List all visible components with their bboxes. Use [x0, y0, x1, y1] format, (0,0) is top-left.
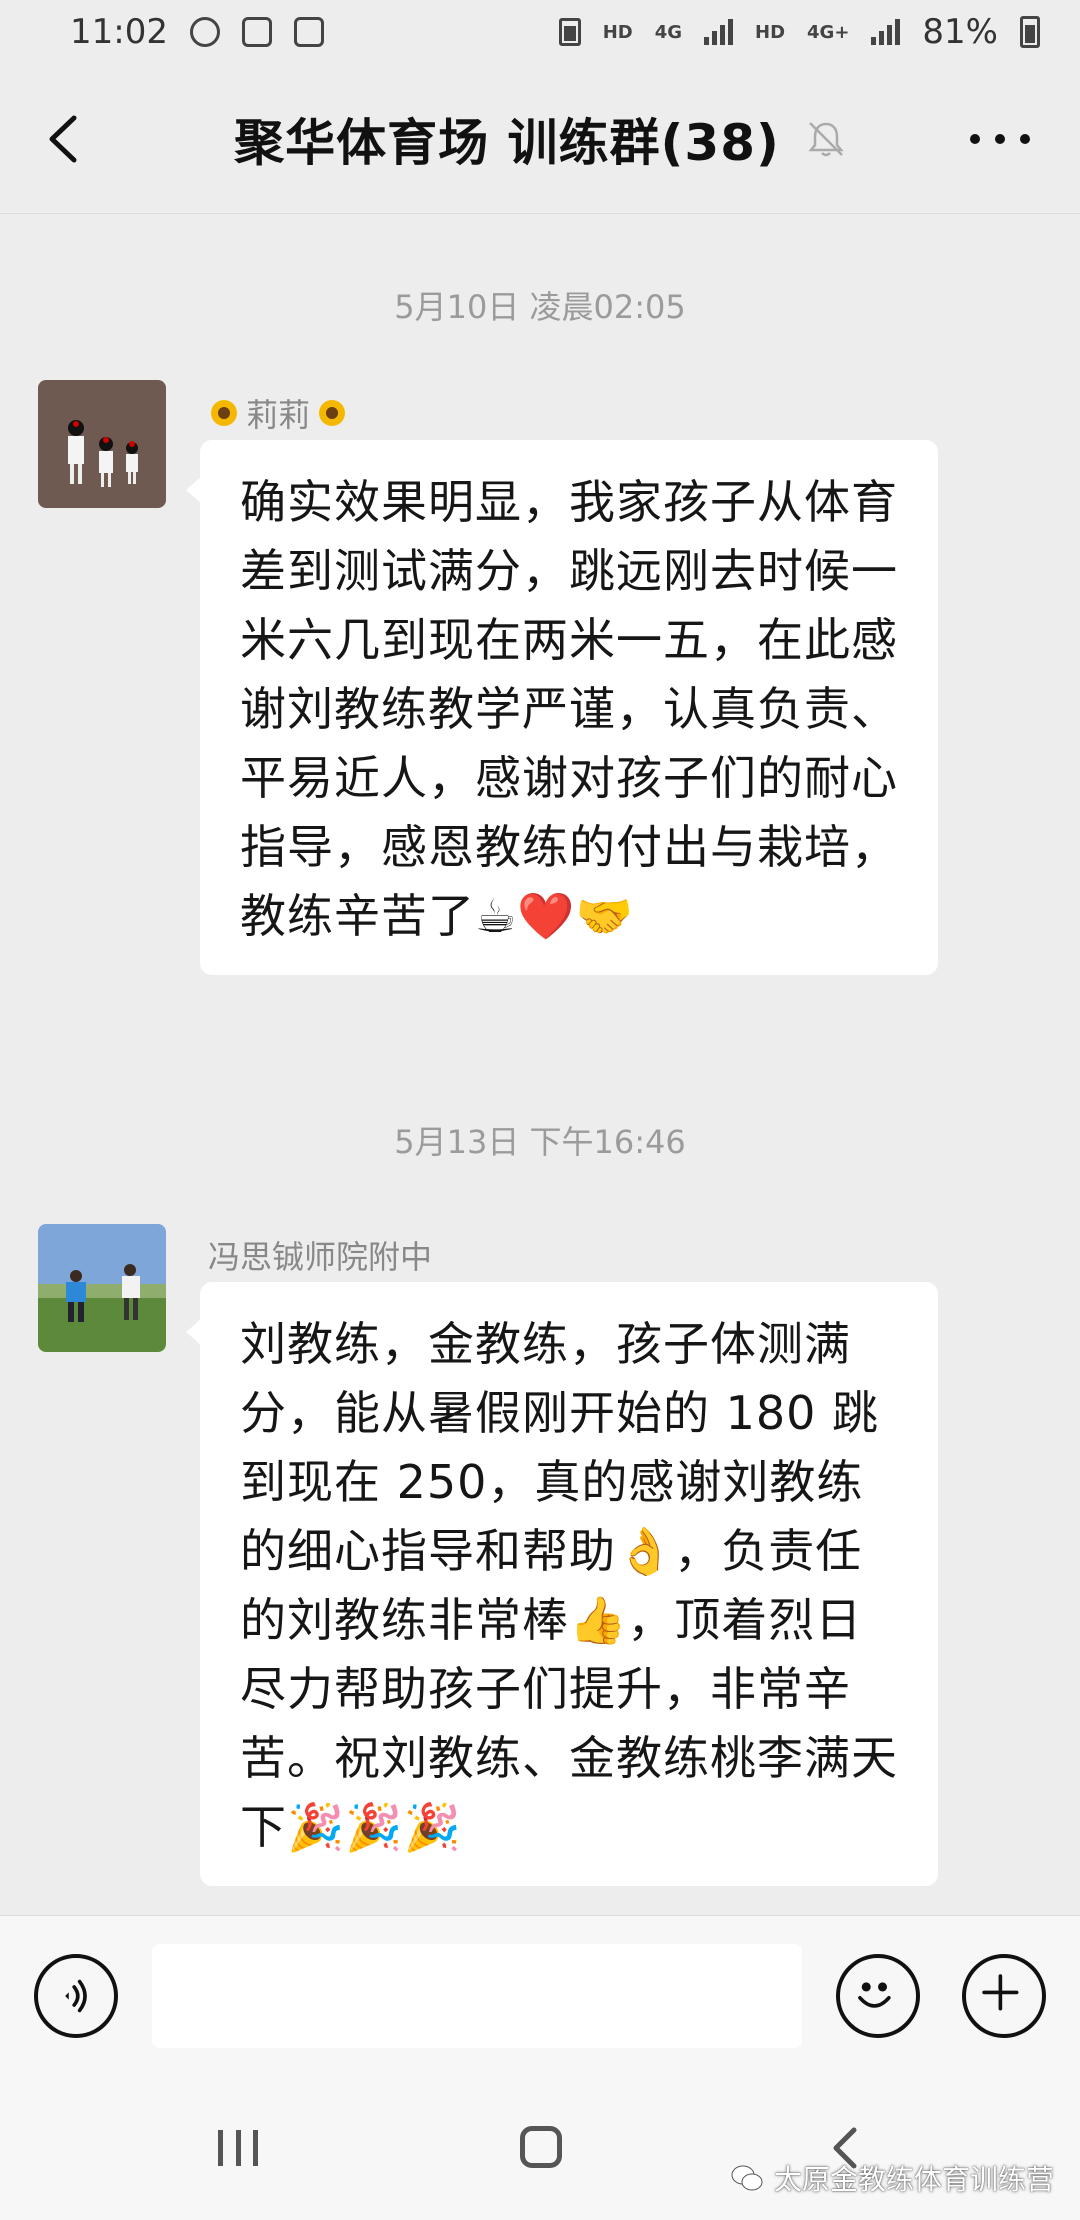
avatar-feng[interactable]: [38, 1224, 166, 1352]
sender-label: 莉莉: [246, 396, 311, 434]
plus-icon: [982, 1974, 1019, 2011]
status-time: 11:02: [70, 12, 168, 52]
message-timestamp-2: 5月13日 下午16:46: [394, 1123, 686, 1161]
group-title: 聚华体育场 训练群(38): [234, 113, 780, 172]
battery-icon: [1020, 16, 1040, 48]
status-right: HD 4G HD 4G+ 81%: [558, 12, 1040, 52]
voice-wave-icon: [65, 1979, 87, 2013]
recycle-icon: [558, 18, 581, 46]
system-navigation-bar: 太原金教练体育训练营: [0, 2070, 1080, 2220]
status-left: 11:02: [70, 12, 324, 52]
network-label-2: 4G+: [807, 21, 850, 43]
message-bubble-2[interactable]: 刘教练，金教练，孩子体测满分，能从暑假刚开始的 180 跳到现在 250，真的感…: [186, 1282, 938, 1886]
sunflower-icon: [211, 400, 237, 426]
mute-bell-icon: [808, 121, 844, 156]
message-input[interactable]: [152, 1944, 802, 2048]
voice-input-button[interactable]: [34, 1954, 118, 2038]
sender-name-2: 冯思铖师院附中: [208, 1232, 432, 1278]
emoji-button[interactable]: [836, 1954, 920, 2038]
message-text-2: 刘教练，金教练，孩子体测满分，能从暑假刚开始的 180 跳到现在 250，真的感…: [240, 1317, 898, 1854]
avatar-lili[interactable]: [38, 380, 166, 508]
sender-name-1: 莉莉: [208, 390, 348, 436]
message-text-1: 确实效果明显，我家孩子从体育差到测试满分，跳远刚去时候一米六几到现在两米一五，在…: [240, 475, 898, 943]
gallery-notification-icon: [293, 17, 324, 47]
battery-percent: 81%: [922, 12, 998, 52]
more-options-icon[interactable]: [970, 124, 1030, 154]
more-functions-button[interactable]: [962, 1954, 1046, 2038]
wechat-group-chat-screen: 11:02 HD 4G HD 4G+ 81% 聚华体育场 训练群(38) 5月1…: [0, 0, 1080, 2220]
message-bubble-1[interactable]: 确实效果明显，我家孩子从体育差到测试满分，跳远刚去时候一米六几到现在两米一五，在…: [186, 440, 938, 975]
home-icon[interactable]: [520, 2126, 562, 2168]
sender-label: 冯思铖师院附中: [208, 1238, 433, 1276]
clock-notification-icon: [241, 17, 272, 47]
signal-icon-1: [704, 19, 734, 45]
sync-notification-icon: [189, 17, 220, 47]
sunflower-icon: [319, 400, 346, 426]
chat-header: 聚华体育场 训练群(38): [0, 64, 1080, 214]
watermark: 太原金教练体育训练营: [730, 2158, 1054, 2198]
status-bar: 11:02 HD 4G HD 4G+ 81%: [0, 0, 1080, 64]
smiley-icon: [858, 1982, 891, 2008]
message-timestamp-1: 5月10日 凌晨02:05: [394, 288, 686, 326]
recent-apps-icon[interactable]: [218, 2130, 258, 2166]
back-arrow-icon[interactable]: [44, 114, 84, 164]
hd-label-1: HD: [602, 21, 633, 43]
wechat-icon: [731, 2165, 763, 2191]
signal-icon-2: [871, 19, 901, 45]
hd-label-2: HD: [755, 21, 786, 43]
watermark-text: 太原金教练体育训练营: [773, 2163, 1054, 2196]
chat-input-bar: [0, 1915, 1080, 2070]
network-label-1: 4G: [654, 21, 683, 43]
